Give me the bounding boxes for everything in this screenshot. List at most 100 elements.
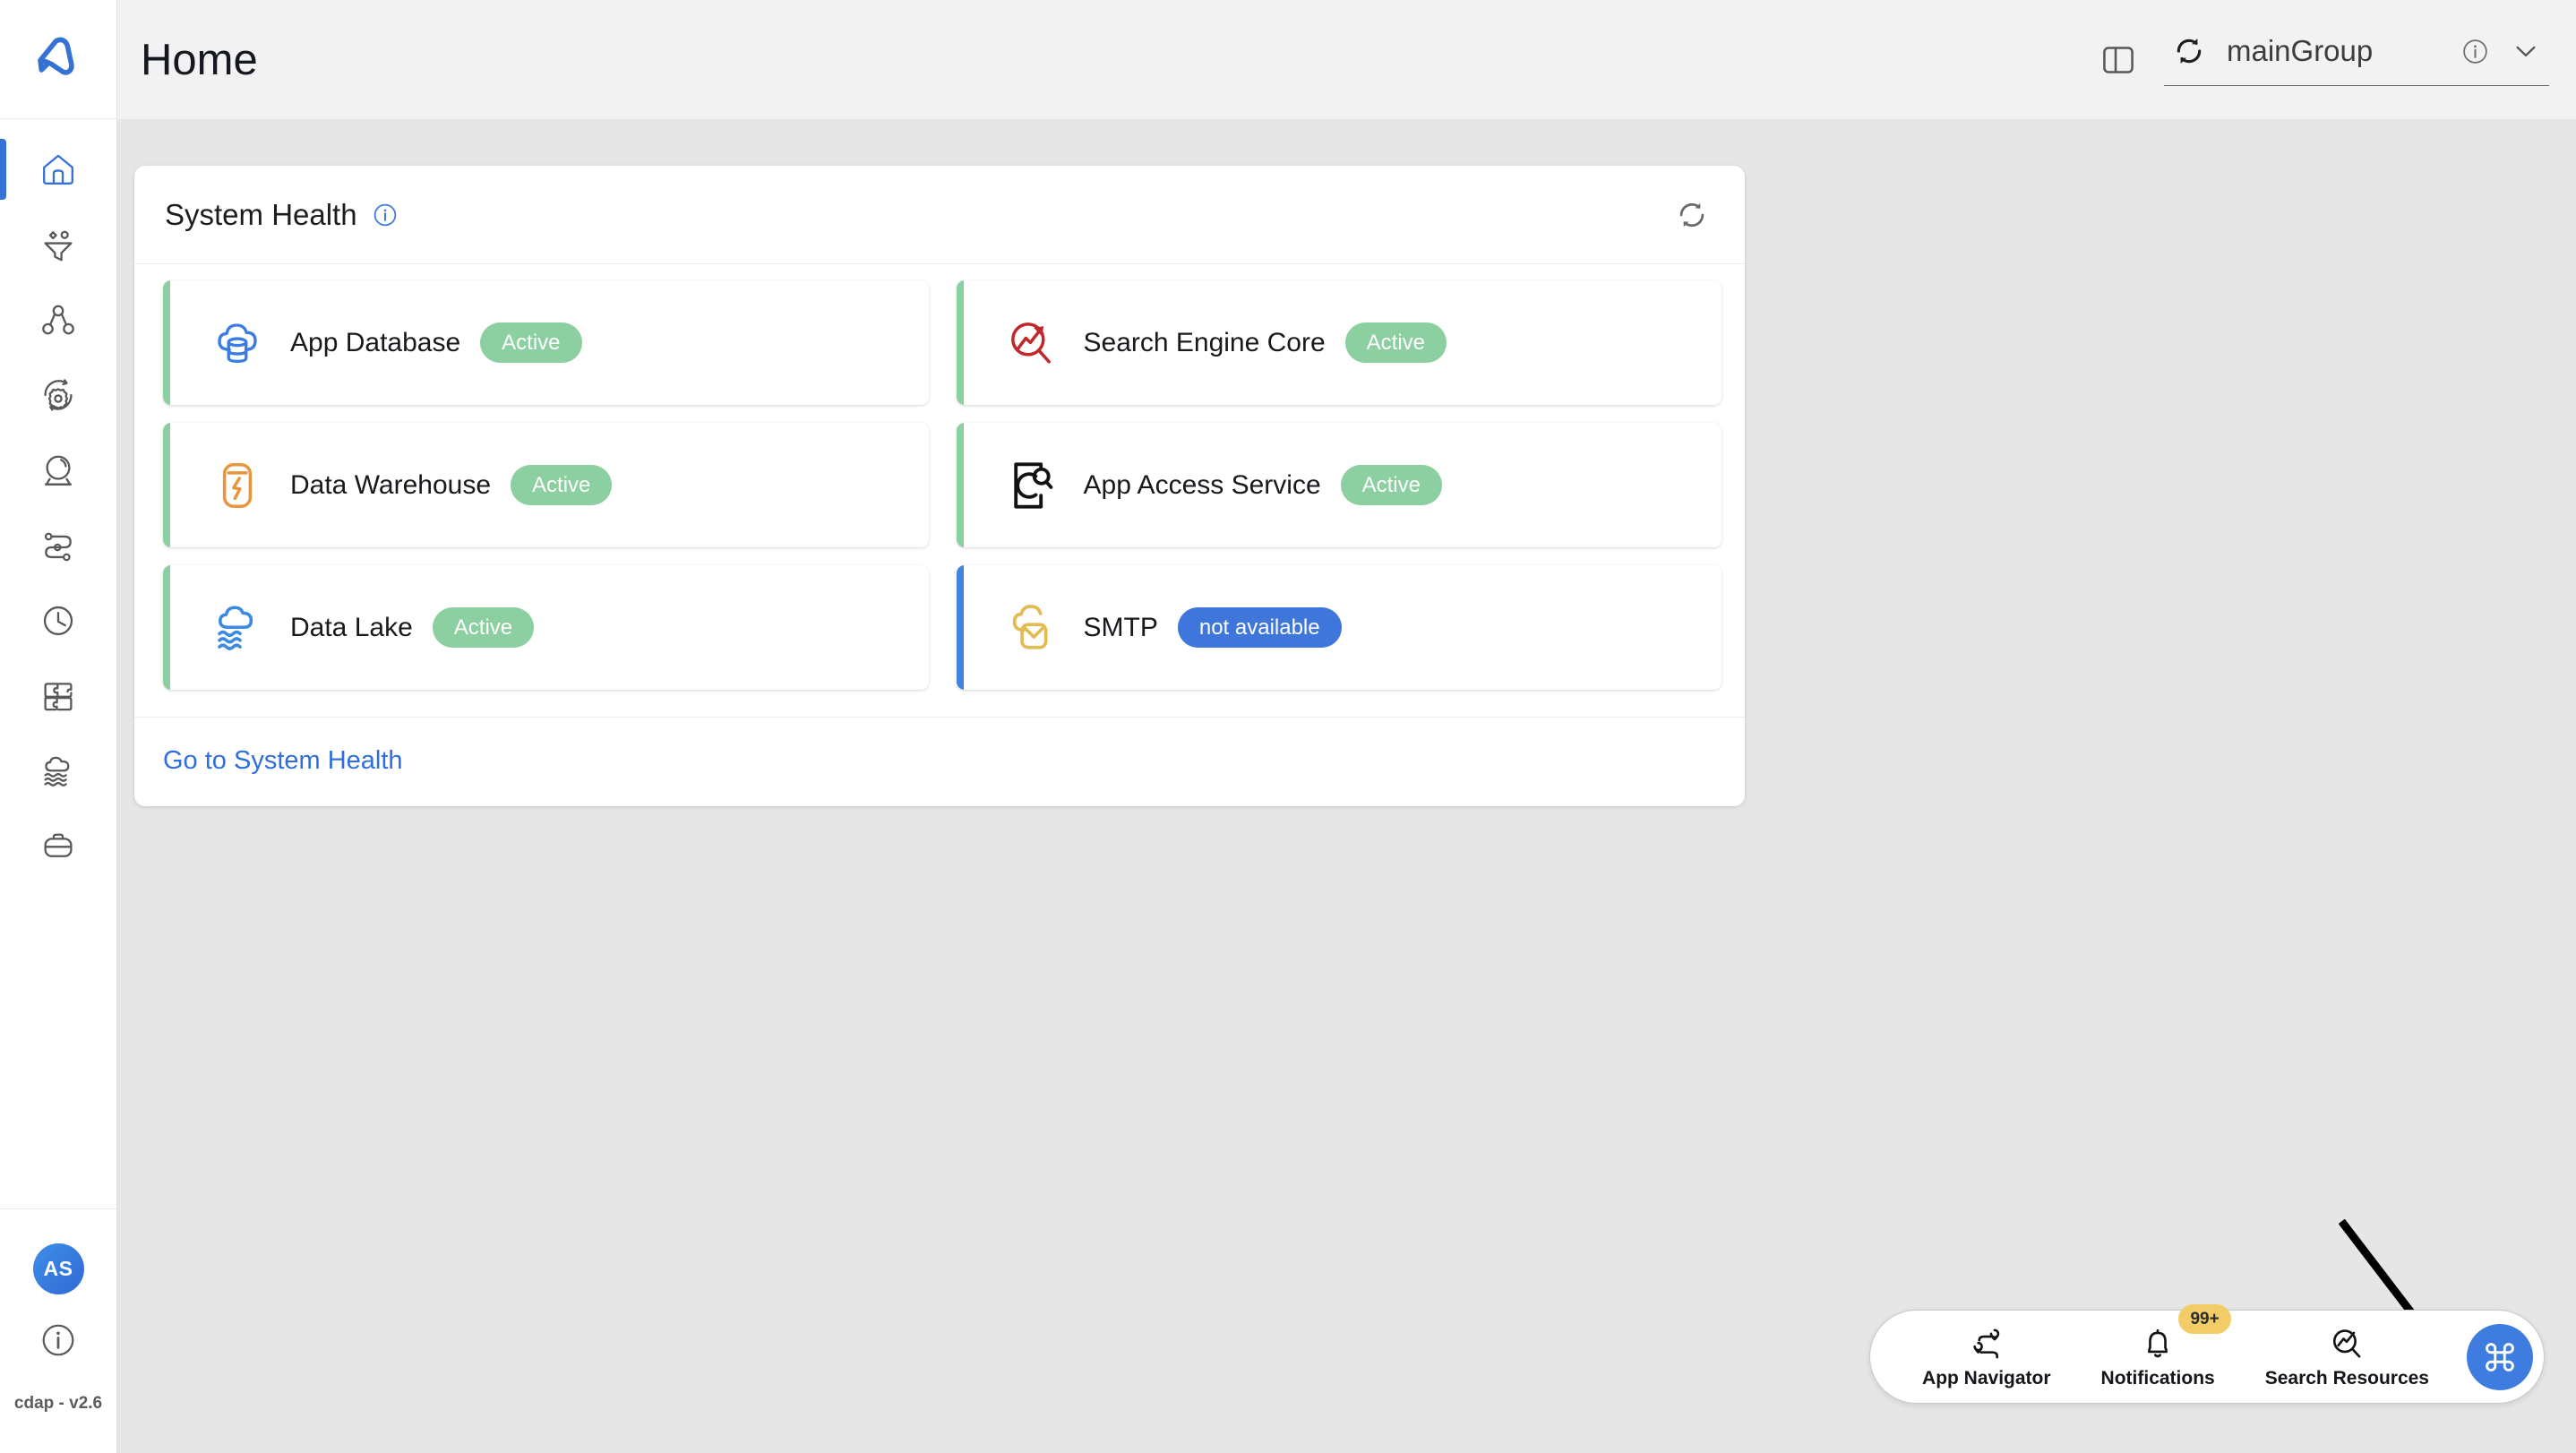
status-badge: Active xyxy=(1344,322,1447,364)
avatar[interactable]: AS xyxy=(32,1243,84,1294)
health-item-label: App Access Service xyxy=(1083,469,1321,500)
group-selector[interactable]: mainGroup xyxy=(2164,33,2549,86)
floating-action-toolbar: App Navigator 99+ Notifications Search R… xyxy=(1869,1304,2545,1404)
crystal-ball-icon xyxy=(44,455,73,486)
app-logo[interactable] xyxy=(0,0,116,119)
group-name-label: mainGroup xyxy=(2227,34,2374,67)
app-version-label: cdap - v2.6 xyxy=(13,1394,103,1413)
cdap-logo-icon xyxy=(38,37,74,75)
health-item-label: SMTP xyxy=(1083,612,1158,642)
sidebar-item-workflow[interactable] xyxy=(0,508,116,583)
active-rail xyxy=(0,741,6,802)
sidebar-item-ingestion[interactable] xyxy=(0,207,116,282)
bell-icon xyxy=(2138,1324,2177,1363)
health-item-search-engine-core[interactable]: Search Engine Core Active xyxy=(956,280,1722,405)
search-trend-icon xyxy=(1001,314,1060,373)
page-title: Home xyxy=(141,35,258,84)
active-rail xyxy=(0,139,6,200)
cloud-waves-icon xyxy=(208,598,267,658)
status-accent-bar xyxy=(956,280,964,405)
status-accent-bar xyxy=(956,423,964,547)
active-rail xyxy=(0,214,6,275)
status-badge: not available xyxy=(1177,606,1342,649)
command-palette-button[interactable] xyxy=(2467,1323,2533,1390)
active-rail xyxy=(0,666,6,726)
sidebar-item-operations[interactable] xyxy=(0,357,116,433)
phone-search-icon xyxy=(1001,456,1060,515)
search-trend-icon xyxy=(2327,1324,2366,1363)
main-content: System Health App Database Active Search… xyxy=(117,119,2576,1453)
briefcase-icon xyxy=(44,833,73,857)
info-icon xyxy=(42,1324,74,1356)
search-resources-button[interactable]: Search Resources xyxy=(2240,1324,2454,1389)
active-rail xyxy=(0,515,6,576)
hierarchy-nodes-icon xyxy=(42,305,74,335)
info-icon[interactable] xyxy=(2460,37,2490,66)
sidebar-info-button[interactable] xyxy=(39,1321,77,1363)
header-right-controls: mainGroup xyxy=(2099,33,2576,86)
sidebar-item-pipelines[interactable] xyxy=(0,282,116,357)
sidebar-item-home[interactable] xyxy=(0,132,116,207)
health-item-label: Data Lake xyxy=(290,612,413,642)
sidebar-item-scheduler[interactable] xyxy=(0,583,116,658)
go-to-system-health-link[interactable]: Go to System Health xyxy=(163,746,403,776)
active-rail xyxy=(0,590,6,651)
route-path-icon xyxy=(44,532,72,562)
cloud-waves-icon xyxy=(44,756,70,787)
status-accent-bar xyxy=(163,565,170,690)
info-icon xyxy=(374,203,396,226)
chevron-down-icon[interactable] xyxy=(2510,35,2542,67)
system-health-card: System Health App Database Active Search… xyxy=(134,166,1745,806)
health-item-label: App Database xyxy=(290,327,461,357)
notifications-label: Notifications xyxy=(2100,1368,2215,1389)
cloud-mail-icon xyxy=(1001,598,1060,658)
warehouse-bolt-icon xyxy=(208,456,267,515)
health-item-data-warehouse[interactable]: Data Warehouse Active xyxy=(163,423,929,547)
status-accent-bar xyxy=(163,280,170,405)
notifications-button[interactable]: 99+ Notifications xyxy=(2076,1304,2240,1389)
system-health-refresh-button[interactable] xyxy=(1673,196,1711,234)
refresh-icon xyxy=(1679,202,1704,227)
active-rail xyxy=(0,440,6,501)
top-header: Home mainGroup xyxy=(117,0,2576,119)
sidebar-footer: AS cdap - v2.6 xyxy=(0,1208,116,1453)
sidebar-item-projects[interactable] xyxy=(0,809,116,884)
status-badge: Active xyxy=(511,464,613,506)
active-rail xyxy=(0,289,6,350)
funnel-icon xyxy=(44,230,73,262)
gear-refresh-icon xyxy=(44,379,73,411)
panel-toggle-icon xyxy=(2103,46,2134,73)
status-accent-bar xyxy=(956,565,964,690)
sidebar: AS cdap - v2.6 xyxy=(0,0,117,1453)
panel-toggle-button[interactable] xyxy=(2099,41,2137,79)
home-icon xyxy=(43,154,73,185)
status-badge: Active xyxy=(1340,464,1442,506)
puzzle-icon xyxy=(44,683,73,711)
health-item-smtp[interactable]: SMTP not available xyxy=(956,565,1722,690)
app-navigator-label: App Navigator xyxy=(1922,1368,2051,1389)
route-pin-icon xyxy=(1967,1324,2006,1363)
system-health-info-button[interactable] xyxy=(372,202,399,228)
refresh-icon xyxy=(2177,39,2202,64)
command-key-icon xyxy=(2486,1342,2514,1371)
system-health-card-footer: Go to System Health xyxy=(134,717,1745,806)
system-health-items-grid: App Database Active Search Engine Core A… xyxy=(134,264,1745,717)
health-item-app-access-service[interactable]: App Access Service Active xyxy=(956,423,1722,547)
health-item-label: Data Warehouse xyxy=(290,469,492,500)
sidebar-item-insights[interactable] xyxy=(0,433,116,508)
search-resources-label: Search Resources xyxy=(2264,1368,2429,1389)
notification-count-badge: 99+ xyxy=(2178,1304,2231,1334)
system-health-title: System Health xyxy=(165,197,357,231)
sidebar-item-data-lake[interactable] xyxy=(0,734,116,809)
sidebar-nav xyxy=(0,119,116,1208)
health-item-data-lake[interactable]: Data Lake Active xyxy=(163,565,929,690)
app-navigator-button[interactable]: App Navigator xyxy=(1897,1324,2076,1389)
clock-icon xyxy=(43,606,73,636)
status-badge: Active xyxy=(480,322,582,364)
health-item-app-database[interactable]: App Database Active xyxy=(163,280,929,405)
sidebar-item-plugins[interactable] xyxy=(0,658,116,734)
health-item-label: Search Engine Core xyxy=(1083,327,1326,357)
active-rail xyxy=(0,365,6,426)
status-accent-bar xyxy=(163,423,170,547)
system-health-card-header: System Health xyxy=(134,166,1745,264)
